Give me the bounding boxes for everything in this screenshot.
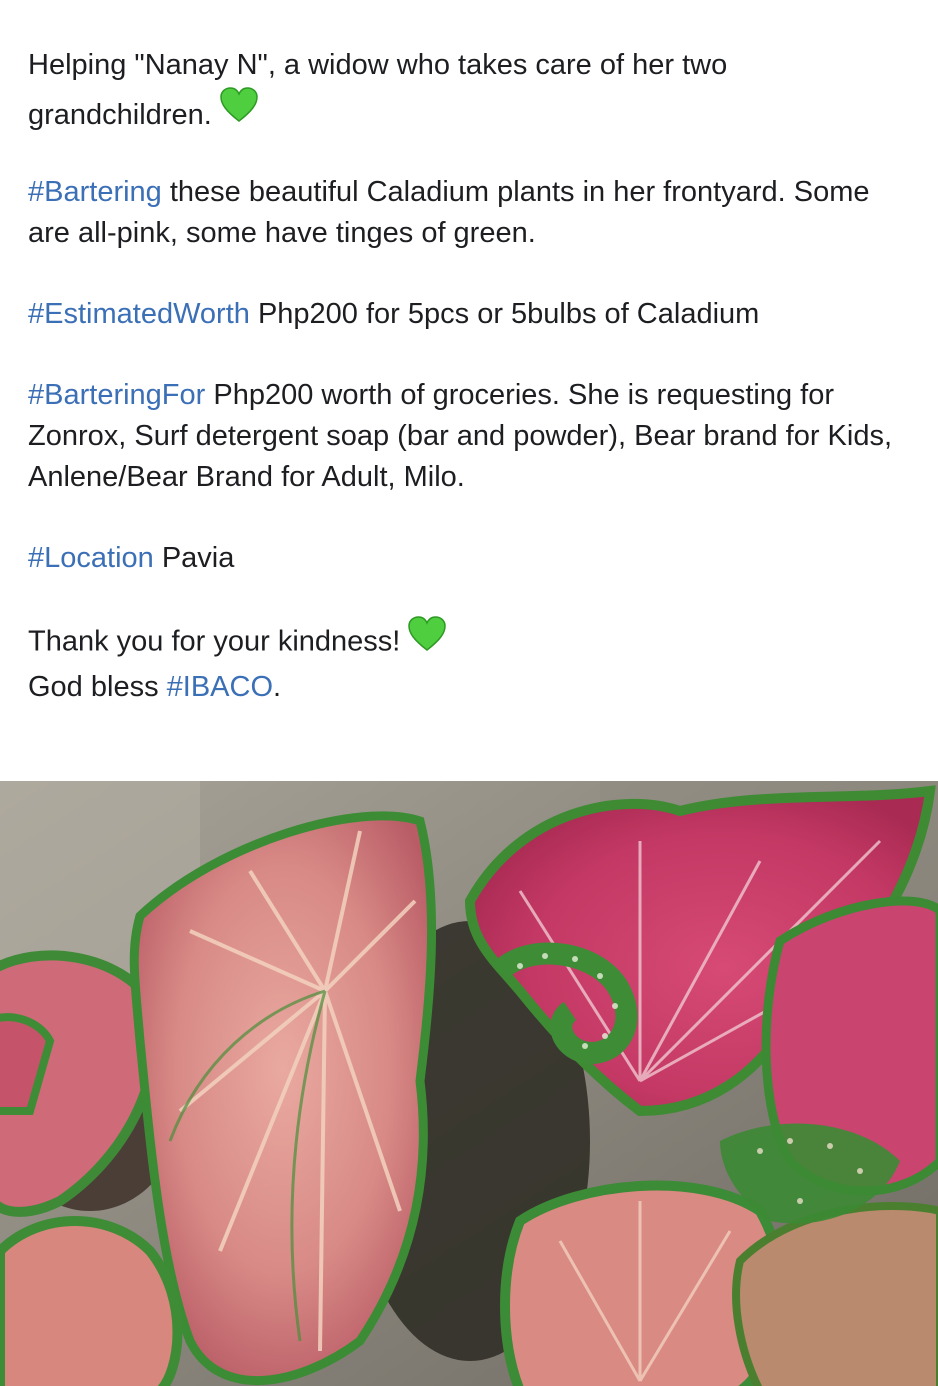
post-paragraph-bartering-for: #BarteringFor Php200 worth of groceries.… [28,375,918,498]
caladium-leaves-illustration [0,781,938,1386]
post-paragraph-intro: Helping "Nanay N", a widow who takes car… [28,40,918,142]
blessing-prefix-text: God bless [28,671,167,704]
post-paragraph-thanks: Thank you for your kindness! God bless #I… [28,616,918,708]
green-heart-icon [408,616,447,664]
hashtag-location-link[interactable]: #Location [28,542,154,574]
hashtag-bartering-link[interactable]: #Bartering [28,176,162,208]
hashtag-barteringfor-link[interactable]: #BarteringFor [28,379,205,411]
caladium-plants-photo[interactable] [0,781,938,1386]
hashtag-estimatedworth-link[interactable]: #EstimatedWorth [28,298,250,330]
post-body: Helping "Nanay N", a widow who takes car… [28,40,918,748]
hashtag-ibaco-link[interactable]: #IBACO [167,671,273,703]
intro-text: Helping "Nanay N", a widow who takes car… [28,49,728,131]
post-paragraph-location: #Location Pavia [28,538,918,579]
blessing-suffix-text: . [273,671,282,704]
thanks-text: Thank you for your kindness! [28,626,401,658]
location-text: Pavia [153,542,235,575]
green-heart-icon [220,87,258,139]
post-paragraph-estimated-worth: #EstimatedWorth Php200 for 5pcs or 5bulb… [28,294,918,335]
post-paragraph-bartering: #Bartering these beautiful Caladium plan… [28,172,918,254]
estimated-worth-text: Php200 for 5pcs or 5bulbs of Caladium [249,298,760,331]
